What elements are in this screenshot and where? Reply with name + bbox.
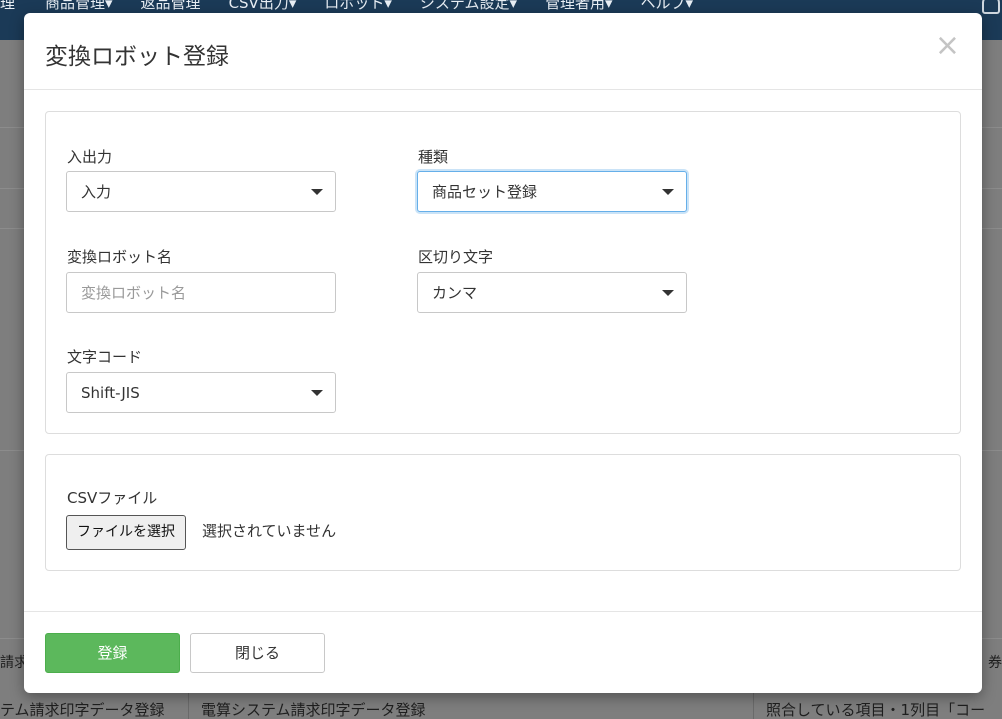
table-cell: 照合している項目・1列目「コー: [766, 701, 986, 719]
bell-icon: [982, 0, 1000, 14]
io-label: 入出力: [67, 148, 113, 166]
close-icon[interactable]: ×: [935, 31, 960, 61]
encoding-label: 文字コード: [67, 348, 143, 366]
file-status-text: 選択されていません: [202, 522, 337, 540]
csv-file-label: CSVファイル: [67, 489, 158, 507]
delimiter-select-value: カンマ: [432, 284, 478, 302]
table-cell: 電算システム請求印字データ登録: [189, 693, 754, 719]
register-robot-modal: 変換ロボット登録 × 入出力 入力 種類 商品セット登録 変換ロボット名 区切り…: [24, 13, 982, 693]
caret-down-icon: [662, 189, 674, 195]
encoding-select[interactable]: Shift-JIS: [66, 372, 336, 413]
caret-down-icon: [311, 390, 323, 396]
background-table-row: テム請求印字データ登録 電算システム請求印字データ登録 照合している項目・1列目…: [0, 693, 1002, 719]
robot-name-input[interactable]: [66, 272, 336, 313]
caret-down-icon: [662, 290, 674, 296]
choose-file-button[interactable]: ファイルを選択: [66, 515, 186, 550]
settings-panel: 入出力 入力 種類 商品セット登録 変換ロボット名 区切り文字 カンマ 文字コー…: [45, 111, 961, 434]
register-button[interactable]: 登録: [45, 633, 180, 673]
robot-name-label: 変換ロボット名: [67, 248, 173, 266]
type-select-value: 商品セット登録: [432, 183, 538, 201]
type-select[interactable]: 商品セット登録: [417, 171, 687, 212]
delimiter-select[interactable]: カンマ: [417, 272, 687, 313]
close-button[interactable]: 閉じる: [190, 633, 325, 673]
modal-header: 変換ロボット登録 ×: [24, 13, 982, 90]
modal-title: 変換ロボット登録: [45, 44, 229, 70]
type-label: 種類: [418, 148, 449, 166]
io-select-value: 入力: [81, 183, 112, 201]
encoding-select-value: Shift-JIS: [81, 384, 140, 402]
table-cell: テム請求印字データ登録: [0, 693, 189, 719]
io-select[interactable]: 入力: [66, 171, 336, 212]
nav-item: 理: [0, 0, 16, 12]
csv-panel: CSVファイル ファイルを選択 選択されていません: [45, 454, 961, 571]
delimiter-label: 区切り文字: [418, 248, 494, 266]
caret-down-icon: [311, 189, 323, 195]
modal-footer: 登録 閉じる: [24, 611, 982, 693]
